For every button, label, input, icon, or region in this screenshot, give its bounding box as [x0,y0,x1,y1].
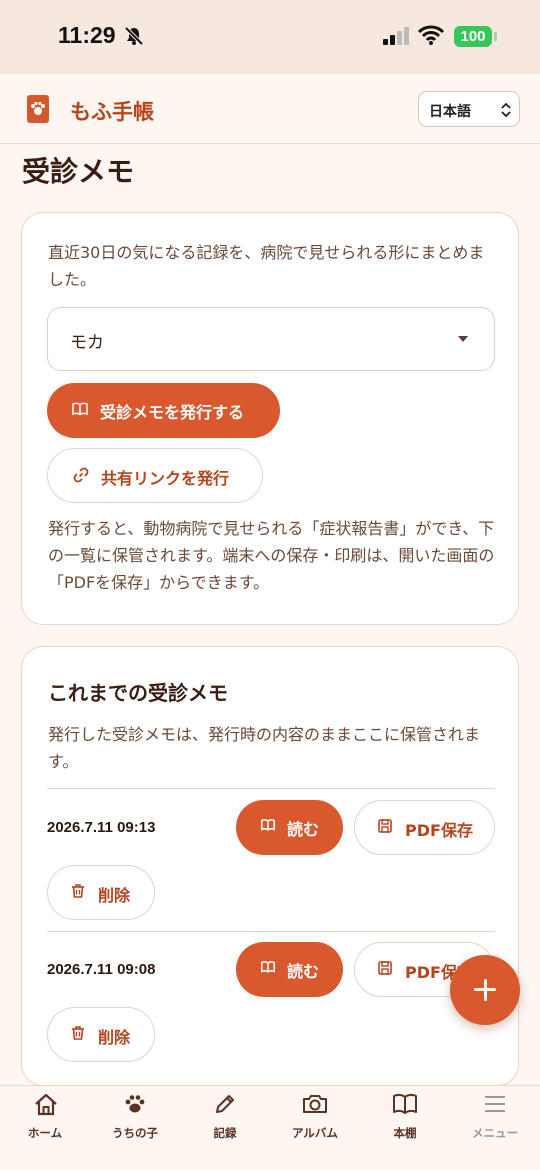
battery-indicator: 100 [454,26,492,47]
memo-history-card: これまでの受診メモ 発行した受診メモは、発行時の内容のままここに保管されます。 … [21,646,519,1086]
delete-button[interactable]: 削除 [47,865,155,920]
delete-label: 削除 [98,1028,131,1047]
menu-icon [483,1092,507,1120]
cell-signal-icon [383,27,411,49]
tab-album[interactable]: アルバム [270,1086,360,1170]
save-icon [377,818,393,838]
read-button[interactable]: 読む [236,942,343,997]
app-header: もふ手帳 日本語 [0,74,540,144]
book-open-icon [260,959,276,979]
pdf-save-label: PDF保存 [405,821,473,840]
book-open-icon [260,817,276,837]
issue-description: 直近30日の気になる記録を、病院で見せられる形にまとめました。 [48,243,485,289]
bottom-tab-bar: ホーム うちの子 記録 アルバム 本棚 メニュー [0,1085,540,1170]
divider [47,788,495,789]
book-open-icon [71,400,89,422]
issue-note: 発行すると、動物病院で見せられる「症状報告書」ができ、下の一覧に保管されます。端… [48,519,495,592]
tab-label: 記録 [213,1126,237,1140]
camera-icon [301,1092,329,1120]
tab-label: 本棚 [393,1126,417,1140]
wifi-icon [417,25,445,49]
tab-pets[interactable]: うちの子 [90,1086,180,1170]
pdf-save-button[interactable]: PDF保存 [354,800,495,855]
app-logo-icon [27,95,49,123]
tab-label: うちの子 [112,1126,158,1140]
pet-select-value: モカ [70,333,104,353]
trash-icon [70,1025,86,1045]
tab-label: アルバム [292,1126,338,1140]
issue-memo-card: 直近30日の気になる記録を、病院で見せられる形にまとめました。 モカ 受診メモを… [21,212,519,625]
delete-label: 削除 [98,886,131,905]
battery-cap [494,32,497,41]
memo-date: 2026.7.11 09:08 [47,961,156,978]
history-title: これまでの受診メモ [48,681,228,705]
trash-icon [70,883,86,903]
add-record-button[interactable] [450,955,520,1025]
pet-select[interactable]: モカ [47,307,495,371]
chevron-updown-icon [501,102,511,122]
issue-memo-label: 受診メモを発行する [100,403,245,422]
tab-label: ホーム [27,1126,63,1140]
link-icon [72,466,90,488]
language-select[interactable]: 日本語 [418,91,520,127]
issue-memo-button[interactable]: 受診メモを発行する [47,383,280,438]
paw-icon [123,1092,147,1120]
tab-label: メニュー [472,1126,518,1140]
share-link-label: 共有リンクを発行 [101,469,230,488]
tab-menu[interactable]: メニュー [450,1086,540,1170]
read-label: 読む [287,962,320,981]
caret-down-icon [458,336,468,342]
history-description: 発行した受診メモは、発行時の内容のままここに保管されます。 [48,725,481,771]
tab-bookshelf[interactable]: 本棚 [360,1086,450,1170]
share-link-button[interactable]: 共有リンクを発行 [47,448,263,503]
language-select-value: 日本語 [429,104,471,120]
read-button[interactable]: 読む [236,800,343,855]
status-time: 11:29 [58,22,116,48]
page-title: 受診メモ [22,155,135,188]
save-icon [377,960,393,980]
pencil-icon [213,1092,237,1120]
tab-home[interactable]: ホーム [0,1086,90,1170]
delete-button[interactable]: 削除 [47,1007,155,1062]
book-icon [392,1092,418,1120]
divider [47,931,495,932]
status-bar: 11:29 100 [0,0,540,74]
home-icon [33,1092,59,1122]
bell-off-icon [124,26,144,50]
read-label: 読む [287,820,320,839]
memo-date: 2026.7.11 09:13 [47,819,156,836]
tab-records[interactable]: 記録 [180,1086,270,1170]
app-name: もふ手帳 [70,100,154,124]
